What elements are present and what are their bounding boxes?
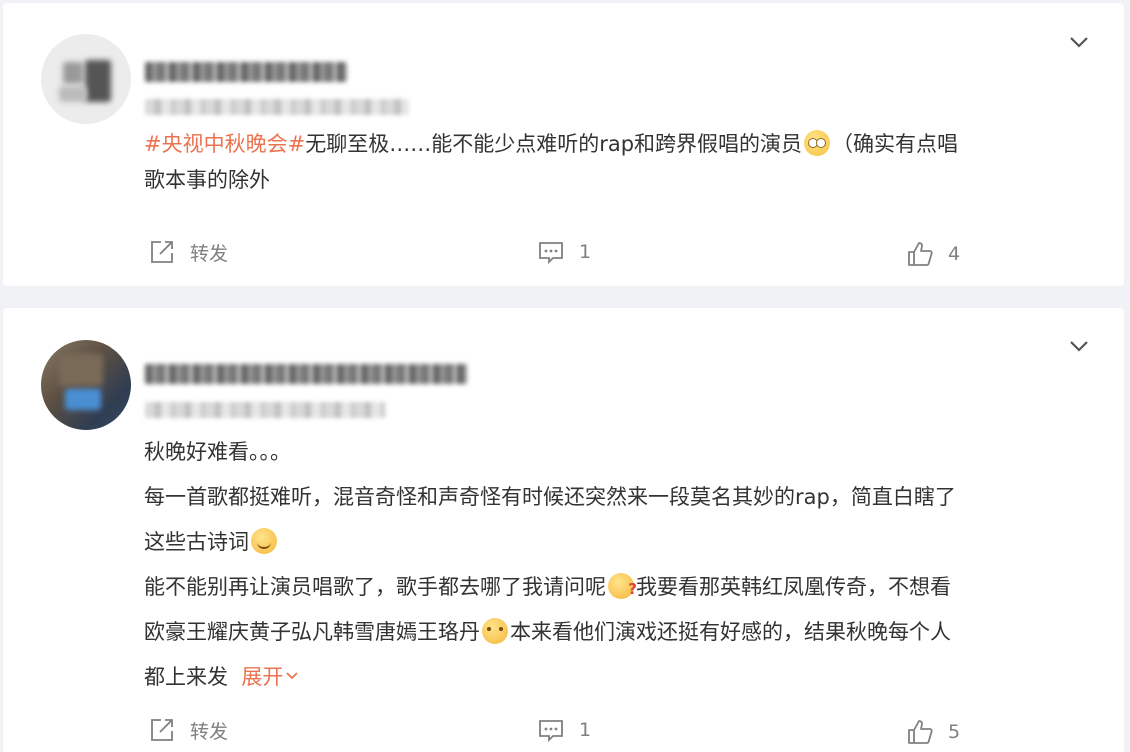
post-meta	[145, 99, 409, 115]
like-icon	[908, 720, 933, 744]
like-icon	[908, 242, 933, 266]
repost-icon	[151, 719, 173, 741]
comment-button[interactable]: 1	[537, 716, 591, 744]
comment-card: #央视中秋晚会#无聊至极……能不能少点难听的rap和跨界假唱的演员 （确实有点唱 …	[3, 3, 1124, 286]
comment-card: 秋晚好难看。。。 每一首歌都挺难听，混音奇怪和声奇怪有时候还突然来一段莫名其妙的…	[3, 308, 1124, 752]
repost-icon	[151, 241, 173, 263]
chevron-down-icon	[286, 672, 298, 680]
cover-face-emoji-icon	[482, 618, 508, 644]
username[interactable]	[145, 364, 467, 384]
comment-icon	[539, 242, 563, 265]
repost-button[interactable]: 转发	[148, 238, 228, 266]
chevron-down-icon[interactable]	[1068, 31, 1090, 53]
chevron-down-icon[interactable]	[1068, 335, 1090, 357]
comment-button[interactable]: 1	[537, 238, 591, 266]
expand-link[interactable]: 展开	[241, 665, 299, 689]
repost-button[interactable]: 转发	[148, 716, 228, 744]
like-button[interactable]: 4	[906, 240, 960, 268]
rolling-eyes-emoji-icon	[804, 130, 831, 156]
post-meta	[145, 402, 385, 418]
thinking-emoji-icon	[608, 567, 637, 612]
smile-emoji-icon	[251, 528, 277, 554]
avatar[interactable]	[41, 340, 131, 430]
comment-text: 秋晚好难看。。。 每一首歌都挺难听，混音奇怪和声奇怪有时候还突然来一段莫名其妙的…	[144, 430, 1094, 700]
username[interactable]	[145, 62, 347, 82]
like-button[interactable]: 5	[906, 718, 960, 746]
avatar[interactable]	[41, 34, 131, 124]
hashtag-link[interactable]: #央视中秋晚会#	[144, 132, 305, 156]
comment-icon	[539, 720, 563, 743]
comment-text: #央视中秋晚会#无聊至极……能不能少点难听的rap和跨界假唱的演员 （确实有点唱 …	[144, 130, 959, 192]
